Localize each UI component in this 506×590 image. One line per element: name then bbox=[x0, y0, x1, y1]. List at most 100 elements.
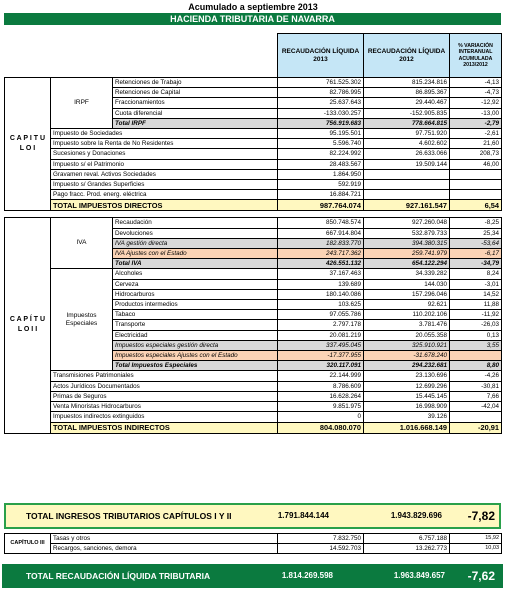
spacer-row bbox=[5, 211, 502, 218]
table-row: Impuestos Especiales Alcoholes 37.167.463 3… bbox=[5, 268, 502, 372]
header-2012: RECAUDACIÓN LÍQUIDA 2012 bbox=[363, 33, 450, 78]
value-2013: 7.832.750 bbox=[277, 532, 364, 545]
value-2013: 1.864.950 bbox=[277, 168, 364, 181]
value-2013: 804.080.070 bbox=[277, 421, 364, 434]
variation-value: 0,13 bbox=[449, 329, 502, 341]
value-2013: 180.140.086 bbox=[277, 288, 364, 301]
variation-value: -20,91 bbox=[449, 421, 502, 434]
header-2013: RECAUDACIÓN LÍQUIDA 2013 bbox=[277, 33, 364, 78]
variation-value: 3,55 bbox=[449, 339, 502, 352]
table-row: Transmisiones Patrimoniales 22.144.999 23.… bbox=[5, 370, 502, 382]
row-label: IVA gestión directa bbox=[112, 237, 278, 250]
row-label: Retenciones de Trabajo bbox=[112, 76, 278, 89]
variation-value: -6,17 bbox=[449, 248, 502, 260]
variation-value: 15,92 bbox=[449, 532, 502, 545]
special-taxes-group-label: Impuestos Especiales bbox=[50, 268, 113, 372]
value-2012: 110.202.106 bbox=[363, 309, 450, 321]
value-2012: 1.016.668.149 bbox=[363, 421, 450, 434]
final-total-2013: 1.814.269.598 bbox=[281, 571, 333, 580]
table-header-row: RECAUDACIÓN LÍQUIDA 2013 RECAUDACIÓN LÍQ… bbox=[4, 33, 502, 78]
row-label: Impuestos especiales gestión directa bbox=[112, 339, 278, 352]
row-label: Fraccionamientos bbox=[112, 97, 278, 109]
variation-value: -30,81 bbox=[449, 380, 502, 392]
row-label: Venta Minoristas Hidrocarburos bbox=[50, 401, 278, 413]
value-2012 bbox=[363, 168, 450, 181]
value-2013: 28.483.567 bbox=[277, 158, 364, 170]
variation-value: -4,26 bbox=[449, 370, 502, 382]
value-2012: 157.296.046 bbox=[363, 288, 450, 301]
row-label: Hidrocarburos bbox=[112, 288, 278, 301]
value-2013: 761.525.302 bbox=[277, 76, 364, 89]
table-row: Primas de Seguros 16.628.264 15.445.145 7,6… bbox=[5, 390, 502, 403]
variation-value bbox=[449, 168, 502, 181]
value-2013: 82.224.992 bbox=[277, 148, 364, 160]
value-2013: 20.081.219 bbox=[277, 329, 364, 341]
value-2012: 97.751.920 bbox=[363, 128, 450, 140]
table-row: Impuesto s/ Grandes Superficies 592.919 bbox=[5, 179, 502, 191]
variation-value: 46,00 bbox=[449, 158, 502, 170]
value-2012: 4.602.602 bbox=[363, 138, 450, 150]
value-2013: 139.689 bbox=[277, 278, 364, 290]
table-row: Venta Minoristas Hidrocarburos 9.851.975 1… bbox=[5, 401, 502, 413]
value-2012: 34.339.282 bbox=[363, 268, 450, 280]
value-2012: 532.879.733 bbox=[363, 227, 450, 239]
value-2012: 13.262.773 bbox=[363, 543, 450, 555]
row-label: Tabaco bbox=[112, 309, 278, 321]
row-label: TOTAL IMPUESTOS INDIRECTOS bbox=[50, 421, 278, 434]
chapter-1-label: C A P I T U L O I bbox=[4, 76, 51, 212]
row-label: Total IRPF bbox=[112, 117, 278, 130]
row-label: Pago fracc. Prod. energ. eléctrica bbox=[50, 189, 278, 201]
value-2012: 927.260.048 bbox=[363, 217, 450, 229]
row-label: Recaudación bbox=[112, 217, 278, 229]
value-2013: 2.797.178 bbox=[277, 319, 364, 331]
value-2012: 815.234.816 bbox=[363, 76, 450, 89]
row-label: Recargos, sanciones, demora bbox=[50, 543, 278, 555]
revenue-table-body: RECAUDACIÓN LÍQUIDA 2013 RECAUDACIÓN LÍQ… bbox=[4, 33, 502, 434]
variation-value: -34,79 bbox=[449, 258, 502, 270]
value-2012: 294.232.681 bbox=[363, 360, 450, 372]
value-2013: 8.786.609 bbox=[277, 380, 364, 392]
variation-value bbox=[449, 350, 502, 362]
value-2013: 103.625 bbox=[277, 299, 364, 311]
row-label: Gravamen reval. Activos Sociedades bbox=[50, 168, 278, 181]
row-label: Alcoholes bbox=[112, 268, 278, 280]
table-row: C A P Í T U L O I I IVA Recaudación 850.748… bbox=[4, 217, 502, 434]
final-total-bar: TOTAL RECAUDACIÓN LÍQUIDA TRIBUTARIA 1.8… bbox=[2, 564, 503, 588]
agency-banner: HACIENDA TRIBUTARIA DE NAVARRA bbox=[4, 13, 501, 25]
row-label: Productos intermedios bbox=[112, 299, 278, 311]
row-label: Transmisiones Patrimoniales bbox=[50, 370, 278, 382]
value-2013: 25.637.643 bbox=[277, 97, 364, 109]
value-2013: 0 bbox=[277, 411, 364, 423]
row-label: Impuestos indirectos extinguidos bbox=[50, 411, 278, 423]
value-2012 bbox=[363, 189, 450, 201]
grand-total-label: TOTAL INGRESOS TRIBUTARIOS CAPÍTULOS I Y… bbox=[26, 511, 232, 521]
table-row: Recargos, sanciones, demora 14.592.703 13.… bbox=[5, 543, 502, 555]
value-2013: 22.144.999 bbox=[277, 370, 364, 382]
grand-total-2012: 1.943.829.696 bbox=[390, 511, 442, 520]
variation-value: 21,60 bbox=[449, 138, 502, 150]
value-2013: 756.919.683 bbox=[277, 117, 364, 130]
variation-value: 6,54 bbox=[449, 199, 502, 212]
table-row: Impuesto s/ el Patrimonio 28.483.567 19.50… bbox=[5, 158, 502, 170]
row-label: Impuesto s/ Grandes Superficies bbox=[50, 179, 278, 191]
value-2013: 337.495.045 bbox=[277, 339, 364, 352]
value-2013: 97.055.786 bbox=[277, 309, 364, 321]
value-2013: 16.628.264 bbox=[277, 390, 364, 403]
spacer bbox=[5, 211, 502, 218]
irpf-group-label: IRPF bbox=[50, 76, 113, 130]
value-2013: 426.551.132 bbox=[277, 258, 364, 270]
value-2012 bbox=[363, 179, 450, 191]
variation-value: -2,61 bbox=[449, 128, 502, 140]
header-variation: % VARIACIÓN INTERANUAL ACUMULADA 2013/20… bbox=[449, 33, 502, 78]
chapter-2-label: C A P Í T U L O I I bbox=[4, 217, 51, 434]
table-row: Impuesto de Sociedades 95.195.501 97.751.9… bbox=[5, 128, 502, 140]
total-direct-taxes-row: TOTAL IMPUESTOS DIRECTOS 987.764.074 927.1… bbox=[5, 199, 502, 212]
variation-value: 7,66 bbox=[449, 390, 502, 403]
row-label: Impuesto de Sociedades bbox=[50, 128, 278, 140]
value-2013: 9.851.975 bbox=[277, 401, 364, 413]
value-2013: 850.748.574 bbox=[277, 217, 364, 229]
value-2012: 778.664.815 bbox=[363, 117, 450, 130]
row-label: Cuota diferencial bbox=[112, 107, 278, 119]
row-label: Impuestos especiales Ajustes con el Esta… bbox=[112, 350, 278, 362]
value-2012: 6.757.188 bbox=[363, 532, 450, 545]
